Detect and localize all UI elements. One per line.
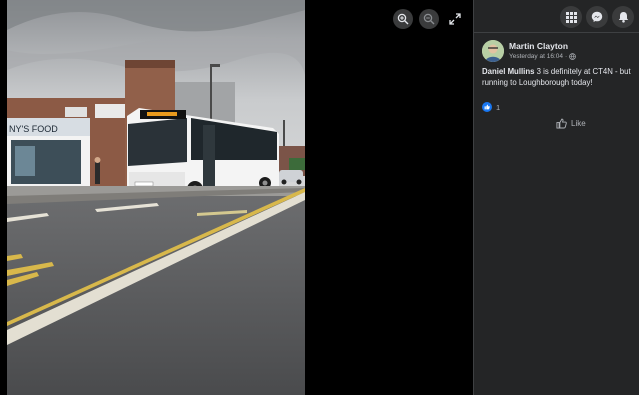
post-text: Daniel Mullins 3 is definitely at CT4N -… xyxy=(482,66,637,88)
like-button[interactable]: Like xyxy=(556,118,586,129)
post-author[interactable]: Martin Clayton xyxy=(509,41,568,51)
reaction-summary[interactable]: 1 xyxy=(482,102,500,112)
zoom-out-icon xyxy=(423,13,435,25)
avatar[interactable] xyxy=(482,40,504,62)
grid-icon xyxy=(565,11,577,23)
like-reaction-icon xyxy=(482,102,492,112)
messenger-button[interactable] xyxy=(586,6,608,28)
bell-icon xyxy=(618,12,628,23)
like-label: Like xyxy=(571,119,586,128)
fullscreen-button[interactable] xyxy=(445,9,465,29)
expand-icon xyxy=(449,13,461,25)
globe-icon xyxy=(569,53,576,60)
post-panel: Martin Clayton Yesterday at 16:04 · Dani… xyxy=(473,0,639,395)
shop-sign: NY'S FOOD xyxy=(9,124,58,134)
mention-link[interactable]: Daniel Mullins xyxy=(482,67,534,76)
zoom-in-button[interactable] xyxy=(393,9,413,29)
zoom-out-button[interactable] xyxy=(419,9,439,29)
notifications-button[interactable] xyxy=(612,6,634,28)
meta-separator: · xyxy=(564,53,568,60)
menu-button[interactable] xyxy=(560,6,582,28)
thumbs-up-icon xyxy=(556,118,567,129)
post-meta: Yesterday at 16:04 · xyxy=(509,53,576,60)
zoom-in-icon xyxy=(397,13,409,25)
post-time[interactable]: Yesterday at 16:04 xyxy=(509,53,563,60)
messenger-icon xyxy=(591,11,603,22)
header-divider xyxy=(474,32,639,33)
bus-photo: NY'S FOOD xyxy=(7,0,305,395)
photo-viewer: NY'S FOOD xyxy=(0,0,473,395)
reaction-count: 1 xyxy=(496,102,501,112)
